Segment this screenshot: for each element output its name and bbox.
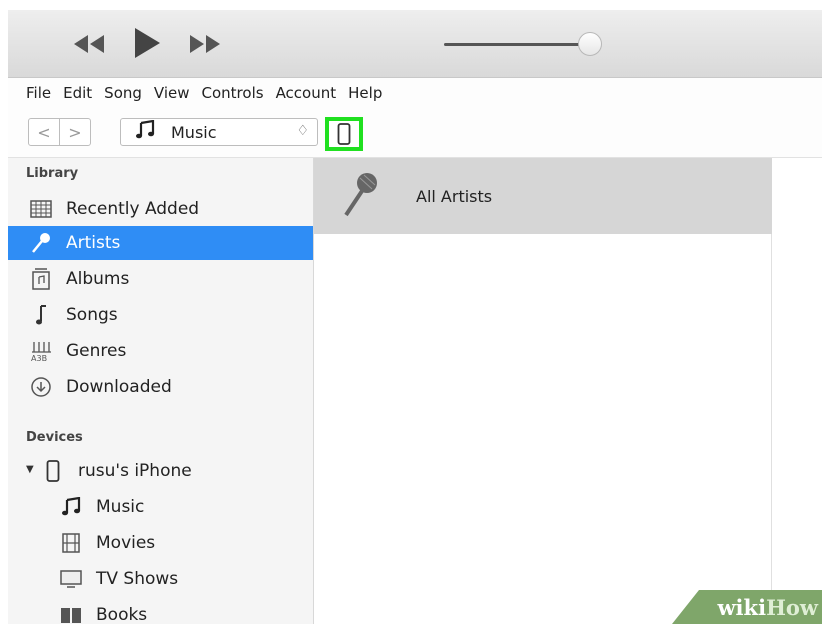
menu-view[interactable]: View [154, 84, 190, 102]
sidebar-item-device-music[interactable]: Music [8, 490, 313, 524]
menu-account[interactable]: Account [276, 84, 337, 102]
sidebar-item-label: TV Shows [96, 569, 179, 589]
sidebar-item-device-tv-shows[interactable]: TV Shows [8, 562, 313, 596]
sidebar-item-recently-added[interactable]: Recently Added [8, 192, 313, 226]
music-note-icon [30, 304, 52, 326]
menu-controls[interactable]: Controls [202, 84, 264, 102]
menu-file[interactable]: File [26, 84, 51, 102]
fast-forward-icon[interactable] [188, 32, 222, 56]
sidebar-item-albums[interactable]: Albums [8, 262, 313, 296]
menu-song[interactable]: Song [104, 84, 142, 102]
sidebar-item-label: Movies [96, 533, 156, 553]
sidebar-item-label: Recently Added [66, 199, 200, 219]
book-icon [60, 604, 82, 624]
player-bar [8, 10, 822, 78]
sidebar-item-artists[interactable]: Artists [8, 226, 313, 260]
sidebar-item-songs[interactable]: Songs [8, 298, 313, 332]
genres-icon: A3B [30, 340, 52, 362]
sidebar-item-label: Books [96, 605, 148, 624]
album-icon [30, 268, 52, 290]
menu-bar: File Edit Song View Controls Account Hel… [8, 78, 822, 108]
sidebar-item-device-books[interactable]: Books [8, 598, 313, 624]
volume-knob[interactable] [578, 32, 602, 56]
devices-heading: Devices [26, 430, 83, 445]
sidebar-item-device-movies[interactable]: Movies [8, 526, 313, 560]
toolbar: < > Music ♢ [8, 108, 822, 158]
sidebar-item-label: rusu's iPhone [78, 461, 192, 481]
calendar-grid-icon [30, 198, 52, 220]
all-artists-row[interactable]: All Artists [314, 158, 772, 234]
sidebar-item-device[interactable]: rusu's iPhone [8, 454, 313, 488]
menu-help[interactable]: Help [348, 84, 382, 102]
sidebar-item-label: Music [96, 497, 145, 517]
back-button[interactable]: < [28, 118, 60, 146]
sidebar-item-label: Albums [66, 269, 130, 289]
sidebar-item-downloaded[interactable]: Downloaded [8, 370, 313, 404]
menu-edit[interactable]: Edit [63, 84, 92, 102]
rewind-icon[interactable] [72, 32, 106, 56]
iphone-icon [337, 123, 351, 145]
music-note-icon [60, 496, 82, 518]
music-note-icon [135, 119, 155, 144]
microphone-icon [30, 232, 52, 254]
right-pane [772, 158, 822, 624]
stepper-arrows-icon: ♢ [296, 123, 309, 139]
all-artists-label: All Artists [416, 186, 493, 206]
media-kind-label: Music [171, 122, 217, 142]
media-kind-select[interactable]: Music ♢ [120, 118, 318, 146]
sidebar: Library Recently Added Artists Albums So… [8, 158, 314, 624]
svg-text:A3B: A3B [31, 354, 47, 362]
play-icon[interactable] [132, 26, 162, 60]
device-button[interactable] [325, 117, 363, 151]
library-heading: Library [26, 166, 79, 181]
sidebar-item-label: Artists [66, 233, 121, 253]
sidebar-item-label: Downloaded [66, 377, 172, 397]
sidebar-item-label: Genres [66, 341, 127, 361]
microphone-icon [340, 169, 380, 223]
tv-icon [60, 568, 82, 590]
sidebar-item-label: Songs [66, 305, 118, 325]
forward-button[interactable]: > [59, 118, 91, 146]
download-circle-icon [30, 376, 52, 398]
artists-list: All Artists [314, 158, 772, 624]
film-icon [60, 532, 82, 554]
volume-slider[interactable] [444, 43, 596, 46]
sidebar-item-genres[interactable]: A3B Genres [8, 334, 313, 368]
iphone-icon [42, 460, 64, 482]
